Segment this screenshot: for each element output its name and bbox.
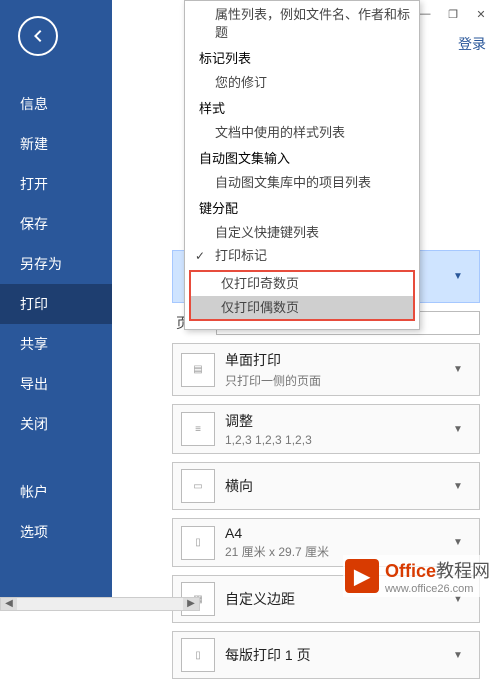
arrow-left-icon bbox=[28, 26, 48, 46]
dd-properties-desc[interactable]: 属性列表，例如文件名、作者和标题 bbox=[185, 3, 419, 44]
nav-open[interactable]: 打开 bbox=[0, 164, 112, 204]
watermark-logo: ▶ Office教程网 www.office26.com bbox=[343, 555, 492, 597]
dd-markup-heading[interactable]: 标记列表 bbox=[185, 44, 419, 71]
chevron-down-icon: ▼ bbox=[453, 271, 471, 282]
dd-even-pages[interactable]: 仅打印偶数页 bbox=[191, 296, 413, 320]
nav-info[interactable]: 信息 bbox=[0, 84, 112, 124]
dd-styles-heading[interactable]: 样式 bbox=[185, 94, 419, 121]
chevron-down-icon: ▼ bbox=[453, 537, 471, 548]
horizontal-scrollbar[interactable]: ◀ ▶ bbox=[0, 597, 200, 611]
highlight-box: 仅打印奇数页 仅打印偶数页 bbox=[189, 270, 415, 321]
orientation-selector[interactable]: ▭ 横向 ▼ bbox=[172, 462, 480, 510]
print-content: 才 属性列表，例如文件名、作者和标题 标记列表 您的修订 样式 文档中使用的样式… bbox=[112, 0, 500, 611]
nav-saveas[interactable]: 另存为 bbox=[0, 244, 112, 284]
dd-styles-desc: 文档中使用的样式列表 bbox=[185, 121, 419, 145]
pagespersheet-selector[interactable]: ▯ 每版打印 1 页 ▼ bbox=[172, 631, 480, 679]
nav-account[interactable]: 帐户 bbox=[0, 472, 112, 512]
chevron-down-icon: ▼ bbox=[453, 650, 471, 661]
backstage-sidebar: 信息 新建 打开 保存 另存为 打印 共享 导出 关闭 帐户 选项 bbox=[0, 0, 112, 611]
dd-odd-pages[interactable]: 仅打印奇数页 bbox=[191, 272, 413, 296]
print-what-dropdown: 属性列表，例如文件名、作者和标题 标记列表 您的修订 样式 文档中使用的样式列表… bbox=[184, 0, 420, 330]
dd-keys-heading[interactable]: 键分配 bbox=[185, 194, 419, 221]
nav-print[interactable]: 打印 bbox=[0, 284, 112, 324]
pagespersheet-icon: ▯ bbox=[181, 638, 215, 672]
office-icon: ▶ bbox=[345, 559, 379, 593]
scroll-right-icon[interactable]: ▶ bbox=[183, 598, 199, 610]
paper-icon: ▯ bbox=[181, 526, 215, 560]
nav-options[interactable]: 选项 bbox=[0, 512, 112, 552]
signin-link[interactable]: 登录 bbox=[458, 34, 486, 54]
back-button[interactable] bbox=[18, 16, 58, 56]
check-icon: ✓ bbox=[195, 248, 205, 264]
chevron-down-icon: ▼ bbox=[453, 481, 471, 492]
dd-autotext-heading[interactable]: 自动图文集输入 bbox=[185, 144, 419, 171]
sides-selector[interactable]: ▤ 单面打印只打印一侧的页面 ▼ bbox=[172, 343, 480, 396]
dd-autotext-desc: 自动图文集库中的项目列表 bbox=[185, 171, 419, 195]
nav-share[interactable]: 共享 bbox=[0, 324, 112, 364]
chevron-down-icon: ▼ bbox=[453, 424, 471, 435]
singleside-icon: ▤ bbox=[181, 353, 215, 387]
dd-printmarkup[interactable]: ✓打印标记 bbox=[185, 244, 419, 268]
nav-close[interactable]: 关闭 bbox=[0, 404, 112, 444]
restore-icon[interactable]: ❐ bbox=[442, 5, 464, 23]
close-icon[interactable]: ✕ bbox=[470, 5, 492, 23]
collate-selector[interactable]: ≡ 调整1,2,3 1,2,3 1,2,3 ▼ bbox=[172, 404, 480, 454]
dd-keys-desc: 自定义快捷键列表 bbox=[185, 221, 419, 245]
nav-new[interactable]: 新建 bbox=[0, 124, 112, 164]
nav-export[interactable]: 导出 bbox=[0, 364, 112, 404]
dd-markup-desc: 您的修订 bbox=[185, 71, 419, 95]
chevron-down-icon: ▼ bbox=[453, 364, 471, 375]
nav-save[interactable]: 保存 bbox=[0, 204, 112, 244]
scroll-left-icon[interactable]: ◀ bbox=[1, 598, 17, 610]
collate-icon: ≡ bbox=[181, 412, 215, 446]
landscape-icon: ▭ bbox=[181, 469, 215, 503]
